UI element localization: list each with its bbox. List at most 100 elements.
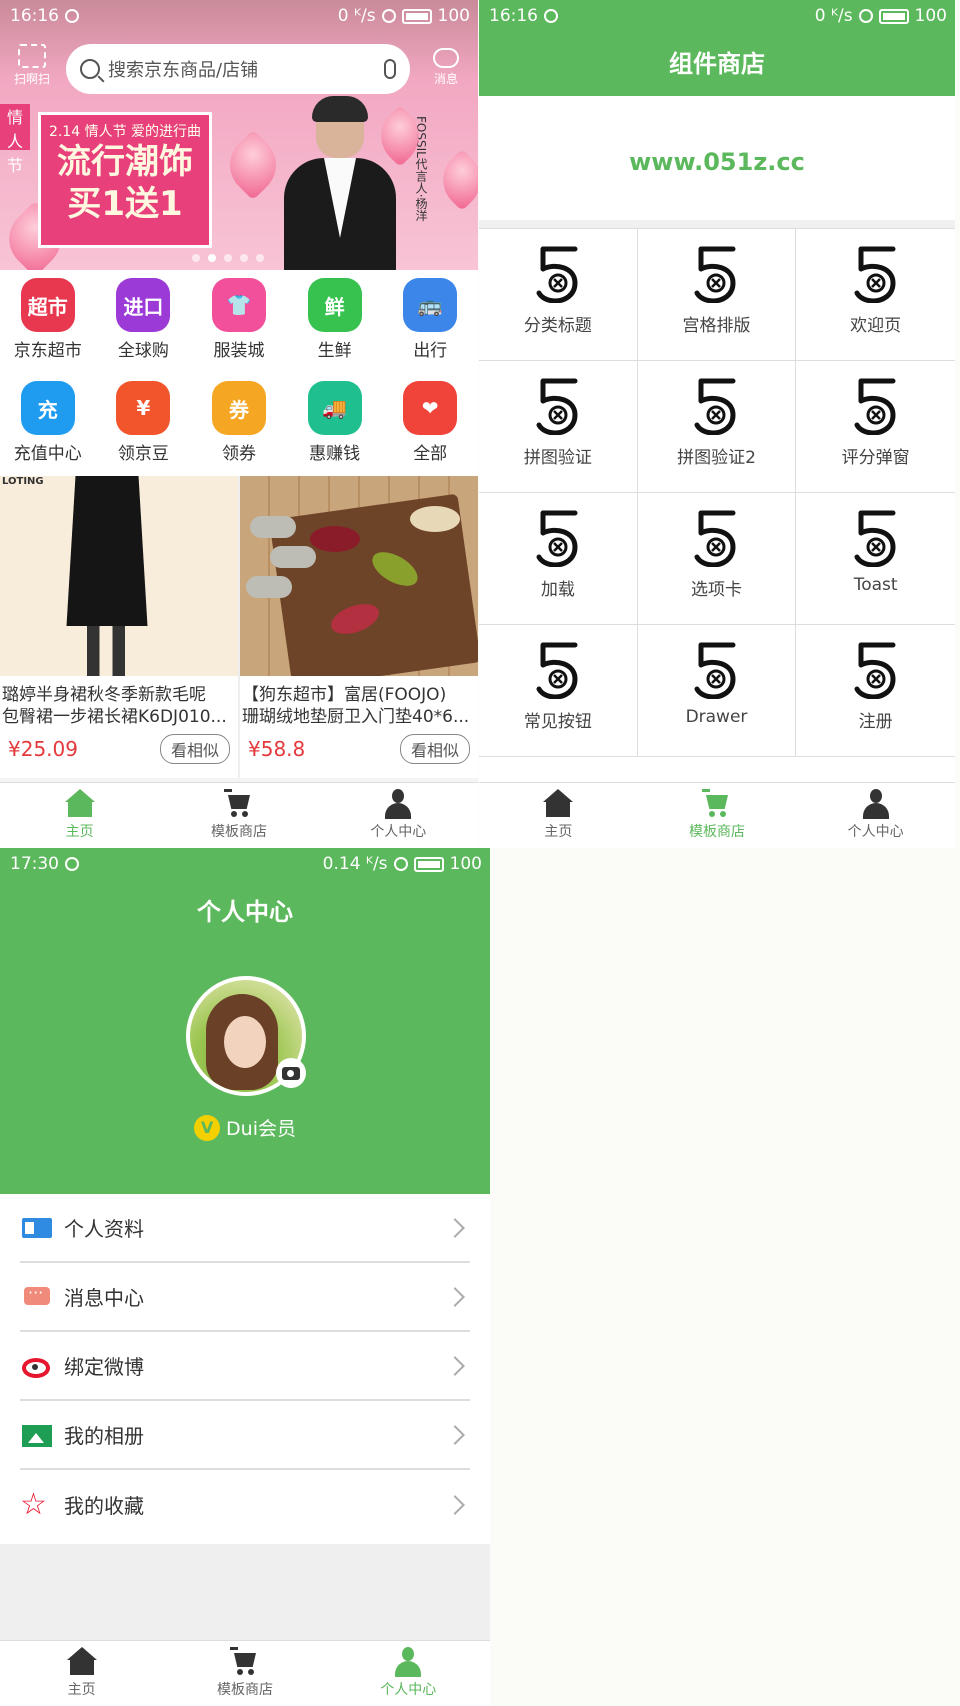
component-label: Drawer	[685, 707, 748, 727]
status-net-speed: 0.14 ᴷ/s	[322, 854, 388, 874]
pagination-dot[interactable]	[224, 254, 232, 262]
product-card[interactable]: LOTING 璐婷半身裙秋冬季新款毛呢 包臀裙一步裙长裙K6DJ010... ¥…	[0, 476, 238, 778]
logo-5-icon	[535, 377, 581, 436]
component-item[interactable]: Drawer	[637, 625, 797, 757]
microphone-icon[interactable]	[384, 59, 396, 79]
battery-icon	[413, 856, 444, 872]
status-bar: 16:16 0 ᴷ/s 100	[479, 0, 955, 32]
promo-banner[interactable]: 情人节 2.14 情人节 爱的进行曲 流行潮饰 买1送1 FOSSIL代言人·杨…	[0, 96, 478, 278]
banner-side-tag: 情人节	[0, 104, 30, 175]
category-item[interactable]: 券领券	[191, 373, 287, 476]
alarm-icon	[858, 9, 873, 23]
tab-profile[interactable]: 个人中心	[327, 1641, 490, 1706]
vip-badge-icon: V	[194, 1114, 221, 1141]
search-input[interactable]: 搜索京东商品/店铺	[66, 44, 410, 94]
category-item[interactable]: 🚌 出行	[382, 270, 478, 373]
profile-header: 17:30 0.14 ᴷ/s 100 个人中心 V Dui会员	[0, 848, 490, 1194]
category-label: 全球购	[117, 341, 169, 361]
component-item[interactable]: 拼图验证2	[637, 361, 797, 493]
chevron-right-icon	[445, 1355, 465, 1376]
component-label: 评分弹窗	[841, 448, 910, 468]
product-price: ¥58.8	[248, 737, 306, 761]
pagination-dot[interactable]	[208, 254, 216, 262]
menu-item[interactable]: 我的相册	[20, 1401, 470, 1470]
logo-5-icon	[693, 245, 739, 304]
product-title-line1: 璐婷半身裙秋冬季新款毛呢	[2, 685, 206, 705]
category-label: 领券	[221, 444, 256, 464]
tab-template-store[interactable]: 模板商店	[163, 1641, 326, 1706]
component-item[interactable]: 拼图验证	[479, 361, 638, 493]
menu-item[interactable]: 绑定微博	[20, 1332, 470, 1401]
battery-icon	[401, 8, 432, 24]
category-label: 全部	[413, 444, 448, 464]
category-item[interactable]: 充充值中心	[0, 373, 96, 476]
logo-5-icon	[535, 641, 581, 700]
category-item[interactable]: 🚚 惠赚钱	[287, 373, 383, 476]
component-item[interactable]: Toast	[796, 493, 955, 625]
search-placeholder: 搜索京东商品/店铺	[108, 60, 259, 81]
menu-item-label: 个人资料	[64, 1217, 144, 1241]
product-footer: ¥58.8 看相似	[240, 730, 478, 764]
pagination-dot[interactable]	[256, 254, 264, 262]
camera-icon[interactable]	[276, 1058, 306, 1088]
menu-item[interactable]: 个人资料	[20, 1194, 470, 1263]
menu-item[interactable]: 消息中心	[20, 1263, 470, 1332]
product-title-line2: 珊瑚绒地垫厨卫入门垫40*6...	[242, 707, 470, 727]
chevron-right-icon	[445, 1494, 465, 1515]
product-title-line1: 【狗东超市】富居(FOOJO)	[242, 685, 447, 705]
tab-label: 个人中心	[380, 1682, 437, 1698]
component-item[interactable]: 常见按钮	[479, 625, 638, 757]
tab-home[interactable]: 主页	[0, 783, 159, 848]
home-icon	[64, 789, 95, 819]
tab-label: 模板商店	[216, 1682, 273, 1698]
logo-5-icon	[853, 641, 899, 700]
category-item[interactable]: ❤ 全部	[382, 373, 478, 476]
category-item[interactable]: 超市 京东超市	[0, 270, 96, 373]
category-item[interactable]: 鲜生鲜	[287, 270, 383, 373]
tab-profile[interactable]: 个人中心	[319, 783, 478, 848]
component-label: 拼图验证	[523, 448, 592, 468]
banner-line2: 买1送1	[67, 184, 183, 224]
pagination-dot[interactable]	[240, 254, 248, 262]
component-item[interactable]: 欢迎页	[796, 229, 955, 361]
component-item[interactable]: 宫格排版	[637, 229, 797, 361]
id-card-icon	[20, 1212, 52, 1244]
profile-screen: 17:30 0.14 ᴷ/s 100 个人中心 V Dui会员 个人资料消息中心…	[0, 848, 490, 1706]
tab-template-store[interactable]: 模板商店	[638, 783, 797, 848]
bottom-tab-bar: 主页 模板商店 个人中心	[479, 782, 955, 848]
product-image: LOTING	[0, 476, 238, 676]
tab-label: 个人中心	[847, 824, 904, 840]
scan-button[interactable]: 扫啊扫	[12, 44, 52, 87]
tab-home[interactable]: 主页	[479, 783, 638, 848]
menu-item-label: 消息中心	[64, 1286, 144, 1310]
tab-profile[interactable]: 个人中心	[796, 783, 955, 848]
banner-line1: 流行潮饰	[57, 142, 193, 182]
see-similar-button[interactable]: 看相似	[399, 734, 470, 764]
alarm-icon	[393, 857, 408, 871]
home-icon	[66, 1647, 97, 1677]
see-similar-button[interactable]: 看相似	[159, 734, 230, 764]
tab-template-store[interactable]: 模板商店	[159, 783, 318, 848]
tab-home[interactable]: 主页	[0, 1641, 163, 1706]
menu-item-label: 我的相册	[64, 1424, 144, 1448]
category-item[interactable]: 👕 服装城	[191, 270, 287, 373]
category-item[interactable]: 进口 全球购	[96, 270, 192, 373]
category-item[interactable]: ¥ 领京豆	[96, 373, 192, 476]
search-icon	[80, 59, 100, 79]
component-item[interactable]: 分类标题	[479, 229, 638, 361]
product-card[interactable]: 【狗东超市】富居(FOOJO) 珊瑚绒地垫厨卫入门垫40*6... ¥58.8 …	[240, 476, 478, 778]
component-item[interactable]: 选项卡	[637, 493, 797, 625]
menu-item[interactable]: ☆ 我的收藏	[20, 1470, 470, 1539]
site-url[interactable]: www.051z.cc	[479, 96, 955, 228]
status-bar: 16:16 0 ᴷ/s 100	[0, 0, 478, 32]
message-button[interactable]: 消息	[426, 48, 466, 87]
component-item[interactable]: 评分弹窗	[796, 361, 955, 493]
category-icon: 🚚	[307, 381, 362, 435]
pagination-dot[interactable]	[192, 254, 200, 262]
alarm-icon	[381, 9, 396, 23]
message-label: 消息	[433, 72, 458, 86]
person-icon	[393, 1647, 423, 1677]
component-item[interactable]: 注册	[796, 625, 955, 757]
battery-level: 100	[914, 6, 947, 26]
component-item[interactable]: 加载	[479, 493, 638, 625]
